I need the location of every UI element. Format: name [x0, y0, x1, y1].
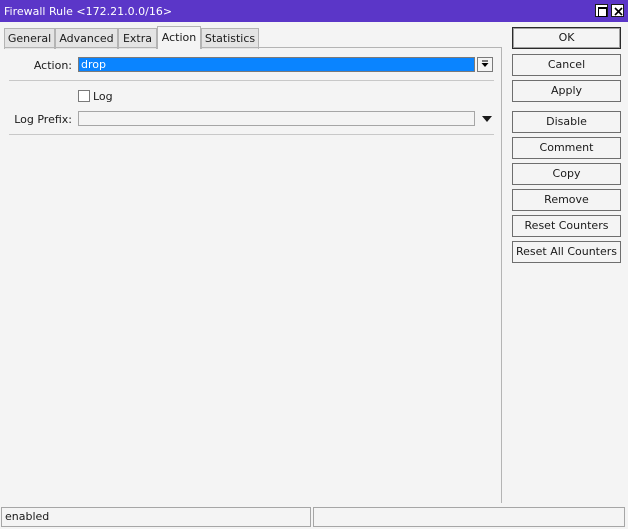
chevron-down-icon — [481, 60, 489, 67]
status-secondary — [313, 507, 625, 527]
tab-action[interactable]: Action — [157, 26, 201, 49]
ok-button[interactable]: OK — [512, 27, 621, 49]
reset-all-counters-button[interactable]: Reset All Counters — [512, 241, 621, 263]
disable-button[interactable]: Disable — [512, 111, 621, 133]
action-select[interactable]: drop — [78, 57, 475, 72]
separator-2 — [9, 134, 494, 135]
log-checkbox[interactable] — [78, 90, 90, 102]
tab-statistics[interactable]: Statistics — [201, 28, 259, 49]
action-dropdown-button[interactable] — [477, 57, 493, 72]
close-icon[interactable] — [611, 4, 624, 17]
expand-arrow-icon[interactable] — [482, 116, 492, 122]
log-prefix-label: Log Prefix: — [14, 113, 72, 126]
log-prefix-input[interactable] — [78, 111, 475, 126]
tab-general[interactable]: General — [4, 28, 55, 49]
status-bar: enabled — [0, 505, 628, 529]
remove-button[interactable]: Remove — [512, 189, 621, 211]
reset-counters-button[interactable]: Reset Counters — [512, 215, 621, 237]
window-title: Firewall Rule <172.21.0.0/16> — [4, 5, 173, 18]
tab-advanced[interactable]: Advanced — [55, 28, 118, 49]
maximize-icon[interactable] — [595, 4, 608, 17]
status-state: enabled — [1, 507, 311, 527]
cancel-button[interactable]: Cancel — [512, 54, 621, 76]
window-titlebar: Firewall Rule <172.21.0.0/16> — [0, 0, 628, 22]
log-label: Log — [93, 90, 113, 103]
apply-button[interactable]: Apply — [512, 80, 621, 102]
action-label: Action: — [33, 59, 72, 72]
tab-extra[interactable]: Extra — [118, 28, 157, 49]
comment-button[interactable]: Comment — [512, 137, 621, 159]
copy-button[interactable]: Copy — [512, 163, 621, 185]
separator-1 — [9, 80, 494, 81]
